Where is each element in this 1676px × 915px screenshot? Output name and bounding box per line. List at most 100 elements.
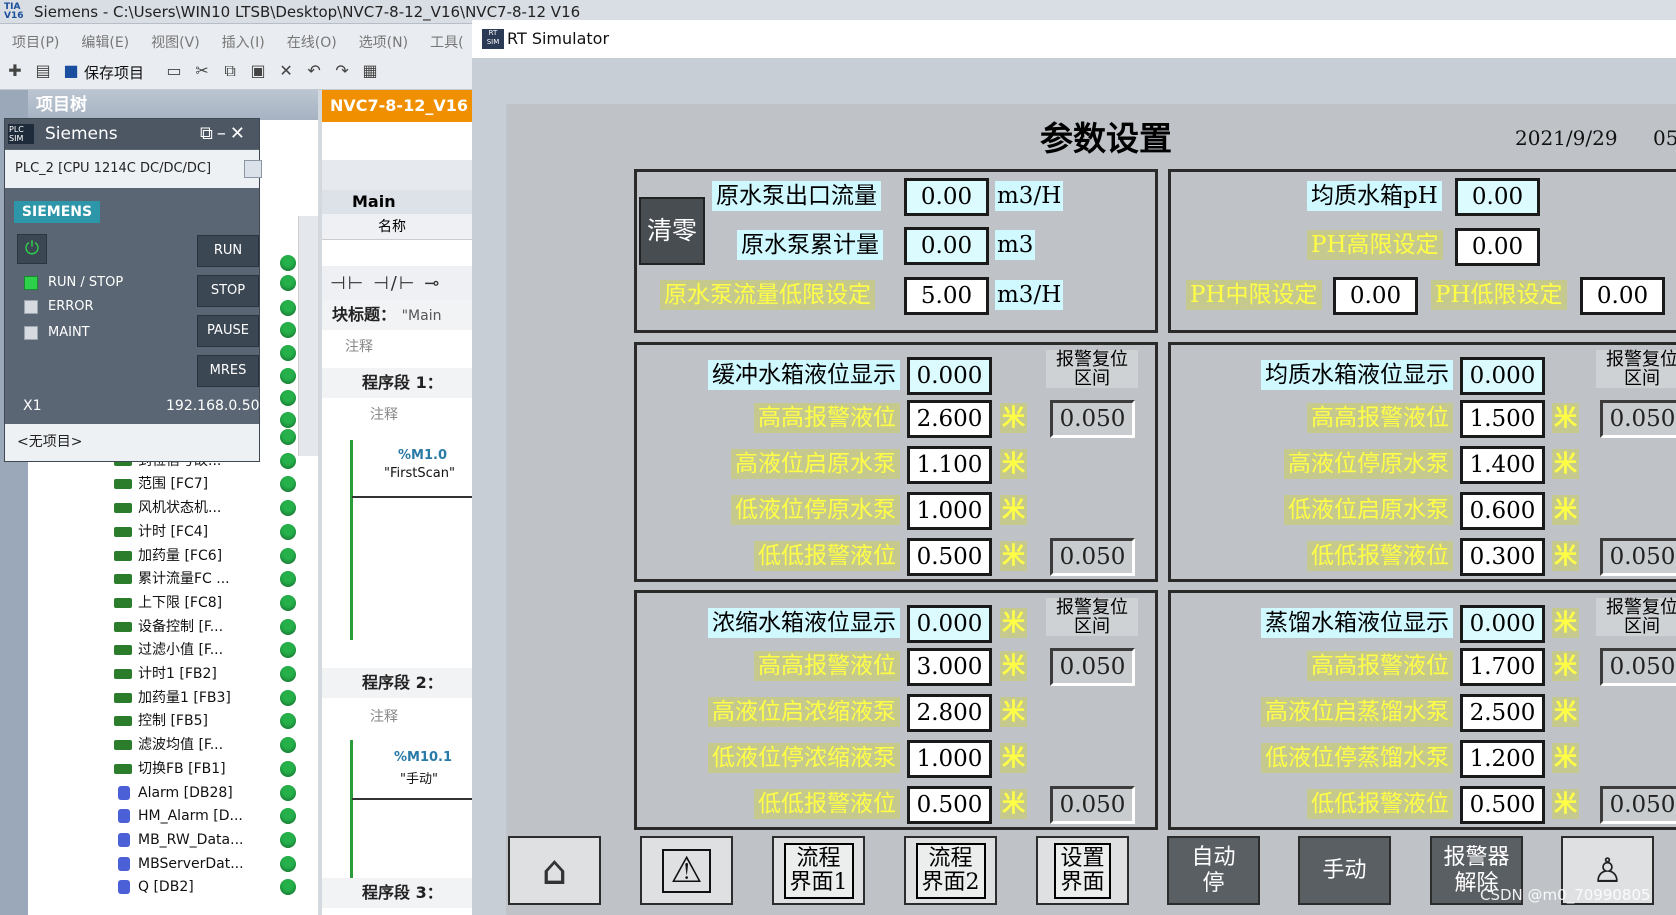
cut-icon[interactable]: ✂: [191, 60, 213, 82]
menu-item[interactable]: 插入(I): [210, 24, 275, 52]
reset-interval-input[interactable]: 0.050: [1050, 400, 1135, 438]
power-icon[interactable]: ⏻: [17, 234, 47, 264]
save-project-button[interactable]: 保存项目: [84, 62, 144, 83]
reset-interval-input[interactable]: 0.050: [1600, 648, 1676, 686]
raw-pump-low-unit: m3/H: [995, 280, 1064, 310]
reset-interval-input[interactable]: 0.050: [1050, 786, 1135, 824]
more-icon[interactable]: ▦: [359, 60, 381, 82]
function-block-icon: [114, 479, 132, 490]
stop-button[interactable]: STOP: [197, 275, 259, 307]
reset-header-line-1: 报警复位: [1056, 349, 1128, 370]
tank-setpoint-input[interactable]: 1.500: [1460, 400, 1545, 438]
raw-pump-flow-label: 原水泵出口流量: [712, 181, 881, 211]
reset-interval-input[interactable]: 0.050: [1600, 400, 1676, 438]
run-button[interactable]: RUN: [197, 235, 259, 267]
tank-setpoint-label: 高高报警液位: [754, 651, 900, 681]
tree-item[interactable]: MBServerDat...: [114, 853, 244, 875]
process-screen-2-button[interactable]: 流程 界面2: [904, 836, 997, 905]
menu-item[interactable]: 在线(O): [275, 24, 347, 52]
tank-setpoint-input[interactable]: 0.500: [1460, 786, 1545, 824]
manual-button[interactable]: 手动: [1298, 836, 1391, 905]
open-project-icon[interactable]: ▤: [32, 60, 54, 82]
save-icon[interactable]: ■: [60, 60, 82, 82]
alarm-button[interactable]: ⚠: [640, 836, 733, 905]
tank-setpoint-input[interactable]: 1.700: [1460, 648, 1545, 686]
tree-item[interactable]: 计时1 [FB2]: [114, 663, 217, 685]
tree-item[interactable]: Q [DB2]: [114, 876, 194, 898]
redo-icon[interactable]: ↷: [331, 60, 353, 82]
menu-item[interactable]: 工具(: [418, 24, 473, 52]
raw-pump-low-input[interactable]: 5.00: [904, 277, 989, 315]
settings-screen-button[interactable]: 设置 界面: [1036, 836, 1129, 905]
tank-setpoint-input[interactable]: 2.600: [907, 400, 992, 438]
tank-setpoint-input[interactable]: 0.300: [1460, 538, 1545, 576]
copy-icon[interactable]: ⧉: [219, 60, 241, 82]
tank-setpoint-unit: 米: [1000, 697, 1027, 727]
menu-item[interactable]: 编辑(E): [69, 24, 139, 52]
tank-setpoint-input[interactable]: 2.500: [1460, 694, 1545, 732]
ph-high-input[interactable]: 0.00: [1455, 228, 1540, 266]
reset-interval-input[interactable]: 0.050: [1050, 538, 1135, 576]
tank-level-unit: 米: [1000, 608, 1027, 638]
delete-icon[interactable]: ✕: [275, 60, 297, 82]
tank-setpoint-input[interactable]: 2.800: [907, 694, 992, 732]
tree-item[interactable]: 范围 [FC7]: [114, 473, 208, 495]
tree-scrollbar[interactable]: [298, 216, 318, 456]
mres-button[interactable]: MRES: [197, 355, 259, 387]
segment-3-title[interactable]: 程序段 3：: [322, 878, 482, 908]
tree-item[interactable]: 过滤小值 [F...: [114, 639, 223, 661]
ladder-toolbar[interactable]: ⊣⊢ ⊣/⊢ ⊸: [322, 266, 482, 302]
tree-item[interactable]: 加药量 [FC6]: [114, 545, 222, 567]
tank-setpoint-input[interactable]: 1.400: [1460, 446, 1545, 484]
plc-config-icon[interactable]: [244, 160, 262, 178]
pause-button[interactable]: PAUSE: [197, 315, 259, 347]
tree-item[interactable]: 滤波均值 [F...: [114, 734, 223, 756]
auto-stop-button[interactable]: 自动 停: [1167, 836, 1260, 905]
tree-item[interactable]: 控制 [FB5]: [114, 710, 208, 732]
tank-setpoint-input[interactable]: 1.000: [907, 740, 992, 778]
paste-icon[interactable]: ▣: [247, 60, 269, 82]
ph-low-input[interactable]: 0.00: [1580, 277, 1665, 315]
menu-item[interactable]: 选项(N): [347, 24, 418, 52]
tank-setpoint-input[interactable]: 1.100: [907, 446, 992, 484]
tree-item[interactable]: 计时 [FC4]: [114, 521, 208, 543]
reset-interval-input[interactable]: 0.050: [1600, 786, 1676, 824]
print-icon[interactable]: ▭: [163, 60, 185, 82]
tank-setpoint-label: 低液位停蒸馏水泵: [1261, 743, 1453, 773]
tank-setpoint-input[interactable]: 0.600: [1460, 492, 1545, 530]
tree-item[interactable]: 设备控制 [F...: [114, 616, 223, 638]
tank-setpoint-input[interactable]: 0.500: [907, 786, 992, 824]
plc-selector[interactable]: PLC_2 [CPU 1214C DC/DC/DC]: [5, 150, 259, 188]
tree-item[interactable]: 风机状态机...: [114, 497, 221, 519]
segment-1-title[interactable]: 程序段 1：: [322, 368, 482, 398]
undo-icon[interactable]: ↶: [303, 60, 325, 82]
tree-item[interactable]: 累计流量FC ...: [114, 568, 230, 590]
tank-setpoint-input[interactable]: 3.000: [907, 648, 992, 686]
tank-setpoint-input[interactable]: 1.000: [907, 492, 992, 530]
process-screen-1-button[interactable]: 流程 界面1: [772, 836, 865, 905]
plcsim-window-controls[interactable]: ⧉–✕: [200, 119, 258, 149]
ip-address: 192.168.0.50: [166, 398, 260, 414]
menu-item[interactable]: 视图(V): [139, 24, 210, 52]
segment-2-title[interactable]: 程序段 2：: [322, 668, 482, 698]
tree-item[interactable]: MB_RW_Data...: [114, 829, 243, 851]
tree-item[interactable]: 加药量1 [FB3]: [114, 687, 231, 709]
tank-setpoint-input[interactable]: 1.200: [1460, 740, 1545, 778]
reset-interval-header: 报警复位 区间: [1046, 598, 1138, 636]
tree-item[interactable]: 上下限 [FC8]: [114, 592, 222, 614]
reset-interval-input[interactable]: 0.050: [1600, 538, 1676, 576]
tank-level-field: 0.000: [907, 605, 992, 643]
editor-tab[interactable]: NVC7-8-12_V16: [322, 90, 482, 122]
clear-button[interactable]: 清零: [639, 197, 705, 265]
tree-item[interactable]: 切换FB [FB1]: [114, 758, 226, 780]
reset-interval-input[interactable]: 0.050: [1050, 648, 1135, 686]
tree-item[interactable]: Alarm [DB28]: [114, 782, 233, 804]
ph-mid-input[interactable]: 0.00: [1333, 277, 1418, 315]
tank-setpoint-label: 高液位启蒸馏水泵: [1261, 697, 1453, 727]
status-ok-icon: [280, 618, 296, 635]
tank-setpoint-input[interactable]: 0.500: [907, 538, 992, 576]
tree-item[interactable]: HM_Alarm [D...: [114, 805, 243, 827]
new-project-icon[interactable]: ✚: [4, 60, 26, 82]
menu-item[interactable]: 项目(P): [0, 24, 69, 52]
home-button[interactable]: ⌂: [508, 836, 601, 905]
